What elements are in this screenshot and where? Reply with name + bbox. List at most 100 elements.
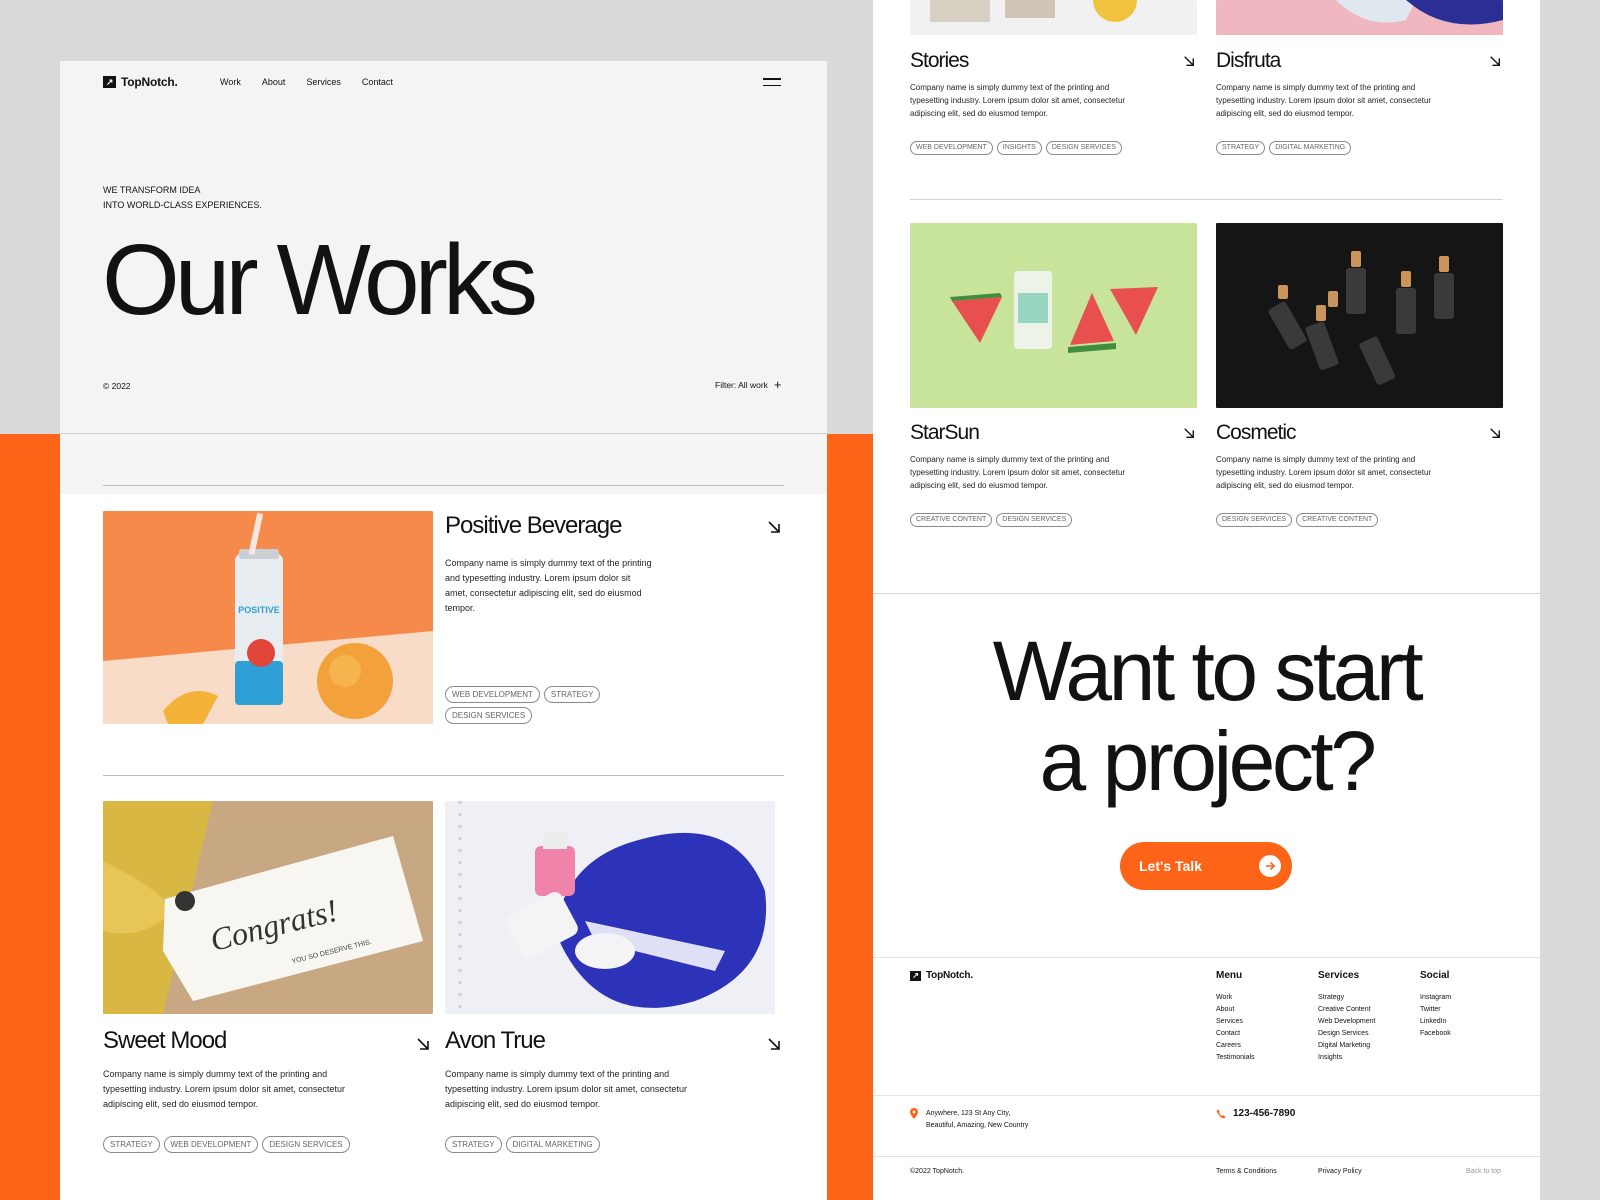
cosmetic-image[interactable] xyxy=(1216,223,1503,408)
lets-talk-button[interactable]: Let's Talk xyxy=(1120,842,1292,890)
arrow-down-right-icon[interactable] xyxy=(1489,55,1501,67)
works-page-continued: Stories Company name is simply dummy tex… xyxy=(873,0,1540,1200)
footer-link[interactable]: Web Development xyxy=(1318,1016,1375,1028)
privacy-link[interactable]: Privacy Policy xyxy=(1318,1166,1362,1178)
location-pin-icon xyxy=(910,1108,918,1119)
cta-line-2: a project? xyxy=(1039,714,1377,808)
tag[interactable]: CREATIVE CONTENT xyxy=(1296,513,1379,527)
tag[interactable]: STRATEGY xyxy=(1216,141,1266,155)
tag[interactable]: STRATEGY xyxy=(445,1136,502,1153)
address-line-1: Anywhere, 123 St Any City, xyxy=(926,1110,1011,1117)
tag[interactable]: DIGITAL MARKETING xyxy=(505,1136,600,1153)
tag[interactable]: STRATEGY xyxy=(543,686,601,703)
project-tags: WEB DEVELOPMENT INSIGHTS DESIGN SERVICES xyxy=(910,141,1190,155)
cta-heading: Want to start a project? xyxy=(873,626,1540,806)
footer-link[interactable]: Testimonials xyxy=(1216,1052,1255,1064)
arrow-down-right-icon[interactable] xyxy=(767,520,781,534)
footer-link[interactable]: Instagram xyxy=(1420,992,1451,1004)
tag[interactable]: DESIGN SERVICES xyxy=(262,1136,350,1153)
project-tags: WEB DEVELOPMENT STRATEGY DESIGN SERVICES xyxy=(445,686,615,724)
footer-link[interactable]: Twitter xyxy=(1420,1004,1451,1016)
divider xyxy=(103,775,784,776)
footer-social-column: Social Instagram Twitter LinkedIn Facebo… xyxy=(1420,970,1451,1040)
page-title: Our Works xyxy=(102,224,538,336)
footer-link[interactable]: Services xyxy=(1216,1016,1255,1028)
arrow-down-right-icon[interactable] xyxy=(1489,427,1501,439)
logo-arrow-icon: ↗ xyxy=(103,76,116,88)
arrow-down-right-icon[interactable] xyxy=(767,1037,781,1051)
project-title[interactable]: Positive Beverage xyxy=(445,512,622,540)
footer-link[interactable]: Facebook xyxy=(1420,1028,1451,1040)
project-tags: DESIGN SERVICES CREATIVE CONTENT xyxy=(1216,513,1496,527)
tag[interactable]: DESIGN SERVICES xyxy=(1045,141,1122,155)
project-description: Company name is simply dummy text of the… xyxy=(445,558,652,613)
nav-item-work[interactable]: Work xyxy=(220,77,241,87)
tagline-line-2: INTO WORLD-CLASS EXPERIENCES. xyxy=(103,200,262,210)
terms-link[interactable]: Terms & Conditions xyxy=(1216,1166,1277,1178)
footer-divider xyxy=(873,957,1540,958)
footer-link[interactable]: Digital Marketing xyxy=(1318,1040,1375,1052)
positive-beverage-image[interactable]: POSITIVE xyxy=(103,511,433,724)
tag[interactable]: WEB DEVELOPMENT xyxy=(910,141,993,155)
hero-copyright: © 2022 xyxy=(103,381,131,391)
project-description: Company name is simply dummy text of the… xyxy=(103,1069,345,1109)
footer-link[interactable]: About xyxy=(1216,1004,1255,1016)
tag[interactable]: DIGITAL MARKETING xyxy=(1269,141,1352,155)
tag[interactable]: DESIGN SERVICES xyxy=(445,707,533,724)
footer-services-column: Services Strategy Creative Content Web D… xyxy=(1318,970,1375,1064)
footer-divider xyxy=(873,1095,1540,1096)
tag[interactable]: DESIGN SERVICES xyxy=(996,513,1073,527)
arrow-down-right-icon[interactable] xyxy=(416,1037,430,1051)
starsun-image[interactable] xyxy=(910,223,1197,408)
tag[interactable]: WEB DEVELOPMENT xyxy=(445,686,540,703)
phone-number: 123-456-7890 xyxy=(1233,1108,1296,1119)
sweet-mood-image[interactable]: Congrats! YOU SO DESERVE THIS. xyxy=(103,801,433,1014)
project-tags: STRATEGY WEB DEVELOPMENT DESIGN SERVICES xyxy=(103,1136,403,1153)
nav-item-services[interactable]: Services xyxy=(306,77,341,87)
project-title[interactable]: Avon True xyxy=(445,1027,546,1055)
arrow-down-right-icon[interactable] xyxy=(1183,427,1195,439)
footer-menu-column: Menu Work About Services Contact Careers… xyxy=(1216,970,1255,1064)
avon-true-image[interactable] xyxy=(445,801,775,1014)
nav-item-about[interactable]: About xyxy=(262,77,286,87)
disfruta-image[interactable] xyxy=(1216,0,1503,35)
project-description: Company name is simply dummy text of the… xyxy=(910,455,1126,490)
project-description: Company name is simply dummy text of the… xyxy=(445,1069,687,1109)
footer-link[interactable]: Contact xyxy=(1216,1028,1255,1040)
project-title[interactable]: Stories xyxy=(910,49,969,73)
project-title[interactable]: Cosmetic xyxy=(1216,421,1297,445)
footer-link[interactable]: Strategy xyxy=(1318,992,1375,1004)
tag[interactable]: CREATIVE CONTENT xyxy=(910,513,993,527)
project-title[interactable]: Sweet Mood xyxy=(103,1027,227,1055)
divider xyxy=(873,593,1540,594)
footer-link[interactable]: LinkedIn xyxy=(1420,1016,1451,1028)
filter-control[interactable]: Filter: All work + xyxy=(715,378,782,391)
tag[interactable]: STRATEGY xyxy=(103,1136,160,1153)
main-nav: Work About Services Contact xyxy=(220,77,393,87)
footer-link[interactable]: Design Services xyxy=(1318,1028,1375,1040)
hamburger-menu-icon[interactable] xyxy=(763,78,781,91)
footer-logo[interactable]: ↗ TopNotch. xyxy=(910,970,973,981)
filter-label: Filter: All work xyxy=(715,380,768,390)
footer-phone[interactable]: 123-456-7890 xyxy=(1216,1108,1295,1119)
footer-link[interactable]: Work xyxy=(1216,992,1255,1004)
tag[interactable]: INSIGHTS xyxy=(996,141,1042,155)
logo[interactable]: ↗ TopNotch. xyxy=(103,75,178,89)
logo-text: TopNotch. xyxy=(926,970,973,981)
address-line-2: Beautiful, Amazing, New Country xyxy=(926,1122,1029,1129)
footer-address: Anywhere, 123 St Any City, Beautiful, Am… xyxy=(910,1108,1028,1132)
project-tags: STRATEGY DIGITAL MARKETING xyxy=(445,1136,745,1153)
project-title[interactable]: StarSun xyxy=(910,421,980,445)
footer-link[interactable]: Creative Content xyxy=(1318,1004,1375,1016)
footer-link[interactable]: Insights xyxy=(1318,1052,1375,1064)
nav-item-contact[interactable]: Contact xyxy=(362,77,393,87)
tag[interactable]: DESIGN SERVICES xyxy=(1216,513,1293,527)
stories-image[interactable] xyxy=(910,0,1197,35)
footer-link[interactable]: Careers xyxy=(1216,1040,1255,1052)
project-description: Company name is simply dummy text of the… xyxy=(910,83,1126,118)
footer-heading: Social xyxy=(1420,970,1450,981)
arrow-down-right-icon[interactable] xyxy=(1183,55,1195,67)
back-to-top-link[interactable]: Back to top xyxy=(1466,1166,1501,1178)
project-title[interactable]: Disfruta xyxy=(1216,49,1281,73)
tag[interactable]: WEB DEVELOPMENT xyxy=(163,1136,259,1153)
